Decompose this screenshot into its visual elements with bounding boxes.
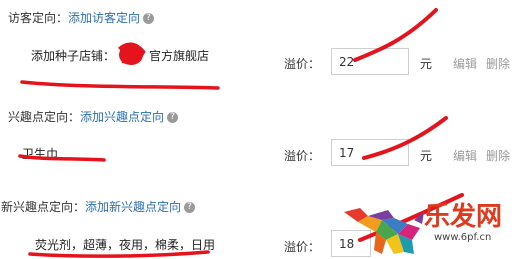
new-interest-targeting-header: 新兴趣点定向：添加新兴趣点定向? (1, 198, 196, 215)
section-label: 访客定向： (8, 11, 69, 25)
watermark-url: www.6pf.cn (434, 232, 492, 243)
seed-store-row: 添加种子店铺： 官方旗舰店 (31, 47, 209, 64)
watermark: 乐发网 www.6pf.cn (338, 196, 521, 259)
premium-label: 溢价： (284, 240, 321, 254)
visitor-targeting-header: 访客定向：添加访客定向? (8, 9, 155, 26)
premium-input[interactable] (331, 139, 409, 166)
premium-input[interactable] (331, 48, 409, 75)
watermark-brand: 乐发网 (424, 202, 503, 232)
edit-button[interactable]: 编辑 (453, 147, 477, 164)
delete-button[interactable]: 删除 (486, 55, 510, 72)
section-label: 兴趣点定向： (8, 110, 81, 124)
bull-logo-icon (344, 208, 424, 254)
premium-label: 溢价： (284, 149, 321, 163)
edit-button[interactable]: 编辑 (453, 55, 477, 72)
add-new-interest-targeting-link[interactable]: 添加新兴趣点定向 (85, 200, 181, 214)
delete-button[interactable]: 删除 (486, 147, 510, 164)
question-circle-icon[interactable]: ? (167, 112, 179, 123)
unit-label: 元 (420, 149, 433, 163)
interest-targeting-header: 兴趣点定向：添加兴趣点定向? (8, 108, 179, 125)
seed-store-label: 添加种子店铺： (31, 49, 116, 63)
interest-item: 卫生巾 (22, 147, 59, 161)
section-label: 新兴趣点定向： (1, 200, 86, 214)
underline-mark (20, 80, 220, 90)
premium-label: 溢价： (284, 57, 321, 71)
add-interest-targeting-link[interactable]: 添加兴趣点定向 (80, 110, 164, 124)
store-name: 官方旗舰店 (149, 49, 210, 63)
add-visitor-targeting-link[interactable]: 添加访客定向 (68, 11, 140, 25)
new-interest-keywords: 荧光剂，超薄，夜用，棉柔，日用 (35, 238, 216, 252)
question-circle-icon[interactable]: ? (184, 202, 196, 213)
unit-label: 元 (420, 57, 433, 71)
question-circle-icon[interactable]: ? (143, 13, 155, 24)
